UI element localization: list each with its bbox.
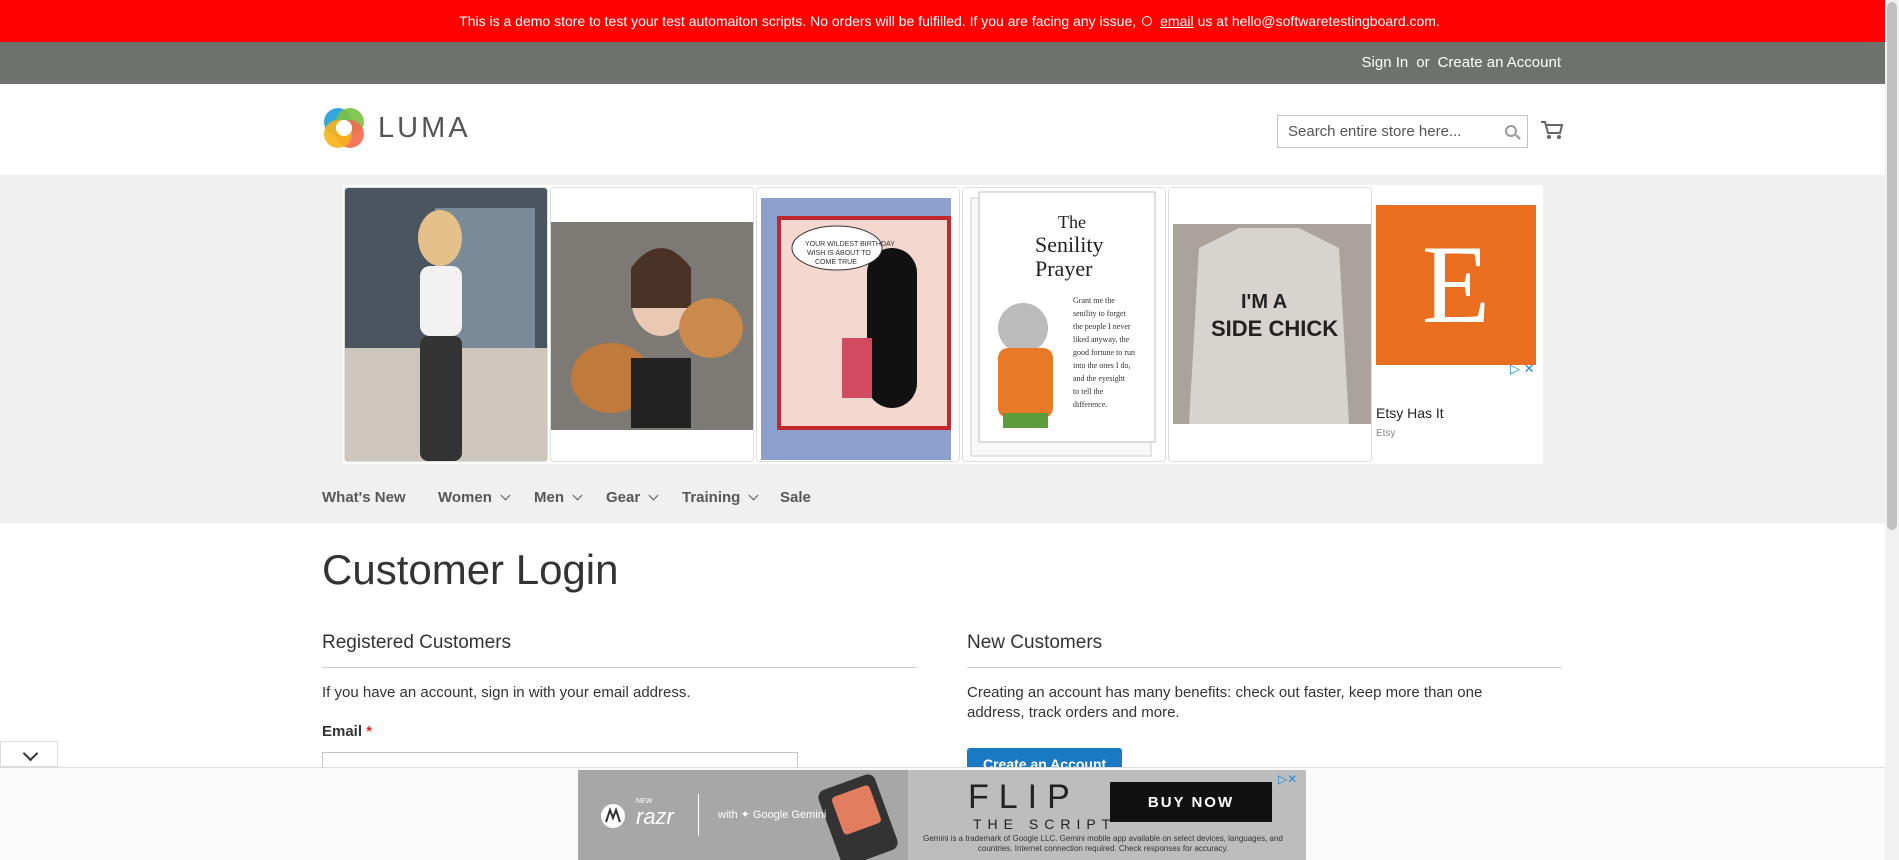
demo-email-link[interactable]: email [1160,13,1193,29]
svg-text:to tell the: to tell the [1073,387,1104,396]
ad-image-birthday-card: YOUR WILDEST BIRTHDAY WISH IS ABOUT TO C… [757,188,959,461]
razr-disclaimer: Gemini is a trademark of Google LLC. Gem… [923,834,1283,853]
search-placeholder: Search entire store here... [1288,123,1462,140]
nav-men[interactable]: Men [534,489,583,506]
svg-text:The: The [1058,212,1086,232]
required-mark: * [366,723,373,740]
svg-text:senility to forget: senility to forget [1073,309,1127,318]
demo-notice-bar: This is a demo store to test your test a… [0,0,1899,42]
scrollbar-thumb[interactable] [1887,2,1897,530]
ad-card-4[interactable]: The Senility Prayer Grant me the senilit… [962,187,1166,462]
svg-text:good fortune to run: good fortune to run [1073,348,1135,357]
adchoices-icon[interactable]: ▷✕ [1278,772,1297,786]
new-customers-note: Creating an account has many benefits: c… [967,684,1483,721]
scrollbar[interactable] [1885,0,1899,860]
divider [322,667,917,668]
svg-text:WISH IS ABOUT TO: WISH IS ABOUT TO [807,250,871,257]
nav-gear[interactable]: Gear [606,489,659,506]
ad-image-sweatshirt: I'M A SIDE CHICK [1169,188,1371,461]
luma-logo-icon [324,108,364,148]
chevron-down-icon [648,490,659,501]
ad-area: YOUR WILDEST BIRTHDAY WISH IS ABOUT TO C… [0,175,1899,523]
svg-text:Senility: Senility [1035,232,1103,257]
ad-card-1[interactable] [344,187,548,462]
razr-ad[interactable]: NEW razr with ✦ Google Gemini FLIP THE S… [578,770,1306,860]
razr-headline: FLIP [968,778,1080,816]
ad-card-5[interactable]: I'M A SIDE CHICK [1168,187,1372,462]
nav-women[interactable]: Women [438,489,511,506]
svg-text:the people I never: the people I never [1073,322,1131,331]
svg-text:SIDE CHICK: SIDE CHICK [1211,316,1338,341]
main-nav: What's New Women Men Gear Training Sale [0,476,1899,521]
ad-image-senility-card: The Senility Prayer Grant me the senilit… [963,188,1165,461]
etsy-subtitle: Etsy [1376,428,1396,439]
svg-text:and the eyesight: and the eyesight [1073,374,1126,383]
search-icon [1142,16,1153,26]
ad-card-2[interactable] [550,187,754,462]
registered-customers-title: Registered Customers [322,632,512,653]
svg-text:I'M A: I'M A [1241,291,1287,313]
page-title: Customer Login [322,546,619,593]
svg-text:YOUR WILDEST BIRTHDAY: YOUR WILDEST BIRTHDAY [805,241,895,248]
razr-brand: razr [636,804,674,829]
search-input[interactable]: Search entire store here... [1277,115,1528,148]
razr-subline: THE SCRIPT [973,816,1117,832]
svg-text:COME TRUE: COME TRUE [815,259,857,266]
nav-women-label: Women [438,489,492,506]
svg-text:Grant me the: Grant me the [1073,296,1115,305]
sign-in-link[interactable]: Sign In [1362,54,1409,71]
ad-card-3[interactable]: YOUR WILDEST BIRTHDAY WISH IS ABOUT TO C… [756,187,960,462]
nav-training[interactable]: Training [682,489,759,506]
etsy-logo[interactable]: E [1376,205,1536,365]
nav-whats-new[interactable]: What's New [322,489,406,506]
divider [967,667,1562,668]
razr-gemini: with ✦ Google Gemini [718,809,827,821]
demo-notice-text: This is a demo store to test your test a… [459,13,1137,29]
search-icon[interactable] [1505,125,1517,137]
create-account-link[interactable]: Create an Account [1438,54,1561,71]
ad-banner[interactable]: YOUR WILDEST BIRTHDAY WISH IS ABOUT TO C… [343,185,1543,464]
chevron-down-icon [572,490,583,501]
svg-text:Prayer: Prayer [1035,256,1093,281]
email-label: Email * [322,723,372,740]
cart-icon[interactable] [1540,120,1564,140]
svg-text:into the ones I do,: into the ones I do, [1073,361,1131,370]
collapse-ad-button[interactable] [0,741,58,767]
etsy-title[interactable]: Etsy Has It [1376,405,1444,421]
demo-notice-text-after: us at hello@softwaretestingboard.com. [1197,13,1440,29]
panel-header: Sign In or Create an Account [0,42,1899,84]
logo[interactable]: LUMA [322,106,471,150]
nav-training-label: Training [682,489,741,506]
site-header: LUMA Search entire store here... [0,84,1899,175]
email-label-text: Email [322,723,363,740]
svg-text:liked anyway, the: liked anyway, the [1073,335,1130,344]
logo-text: LUMA [378,111,471,144]
new-customers-title: New Customers [967,632,1103,653]
ad-image-woman-cats [551,188,753,461]
registered-note: If you have an account, sign in with you… [322,684,691,701]
or-text: or [1416,54,1430,71]
nav-gear-label: Gear [606,489,641,506]
chevron-down-icon [748,490,759,501]
chevron-down-icon [500,490,511,501]
nav-sale[interactable]: Sale [780,489,811,506]
nav-men-label: Men [534,489,564,506]
ad-image-woman [345,188,547,461]
buy-now-button[interactable]: BUY NOW [1110,782,1272,822]
svg-text:difference.: difference. [1073,400,1107,409]
